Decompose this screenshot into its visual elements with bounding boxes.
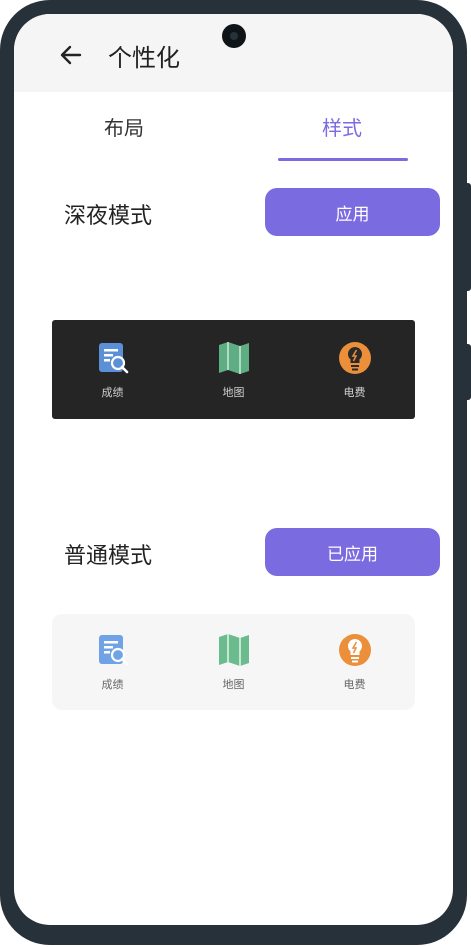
preview-item-electricity: 电费 [310,632,400,692]
map-icon [218,634,249,666]
active-tab-indicator [278,158,408,161]
dark-mode-label: 深夜模式 [64,204,153,229]
map-icon [218,341,249,374]
dark-mode-apply-button[interactable]: 应用 [265,188,440,236]
preview-label: 成绩 [101,678,124,691]
preview-item-map: 地图 [189,632,279,692]
front-camera [222,24,246,48]
preview-label: 电费 [343,385,366,399]
preview-label: 地图 [222,385,245,399]
preview-item-map: 地图 [189,340,279,400]
preview-item-score: 成绩 [68,340,158,400]
preview-label: 电费 [343,678,366,691]
preview-label: 成绩 [101,385,124,399]
preview-label: 地图 [222,678,245,691]
dark-mode-preview: 成绩 地图 电费 [52,320,415,419]
preview-item-electricity: 电费 [310,340,400,400]
score-search-icon [98,635,128,666]
tab-style[interactable]: 样式 [322,112,362,141]
volume-button [463,183,471,291]
score-search-icon [98,342,128,373]
preview-item-score: 成绩 [68,632,158,692]
electricity-bulb-icon [338,634,371,666]
normal-mode-applied-button[interactable]: 已应用 [265,528,440,576]
electricity-bulb-icon [338,341,371,374]
screen: 个性化 布局 样式 深夜模式 应用 成绩 地图 电费 普通模式 已应用 成绩 地… [14,14,453,925]
normal-mode-label: 普通模式 [64,544,153,569]
back-arrow-icon[interactable] [58,42,84,68]
normal-mode-preview: 成绩 地图 电费 [52,614,415,710]
power-button [463,344,471,400]
page-title: 个性化 [108,44,180,72]
tab-layout[interactable]: 布局 [104,112,144,141]
